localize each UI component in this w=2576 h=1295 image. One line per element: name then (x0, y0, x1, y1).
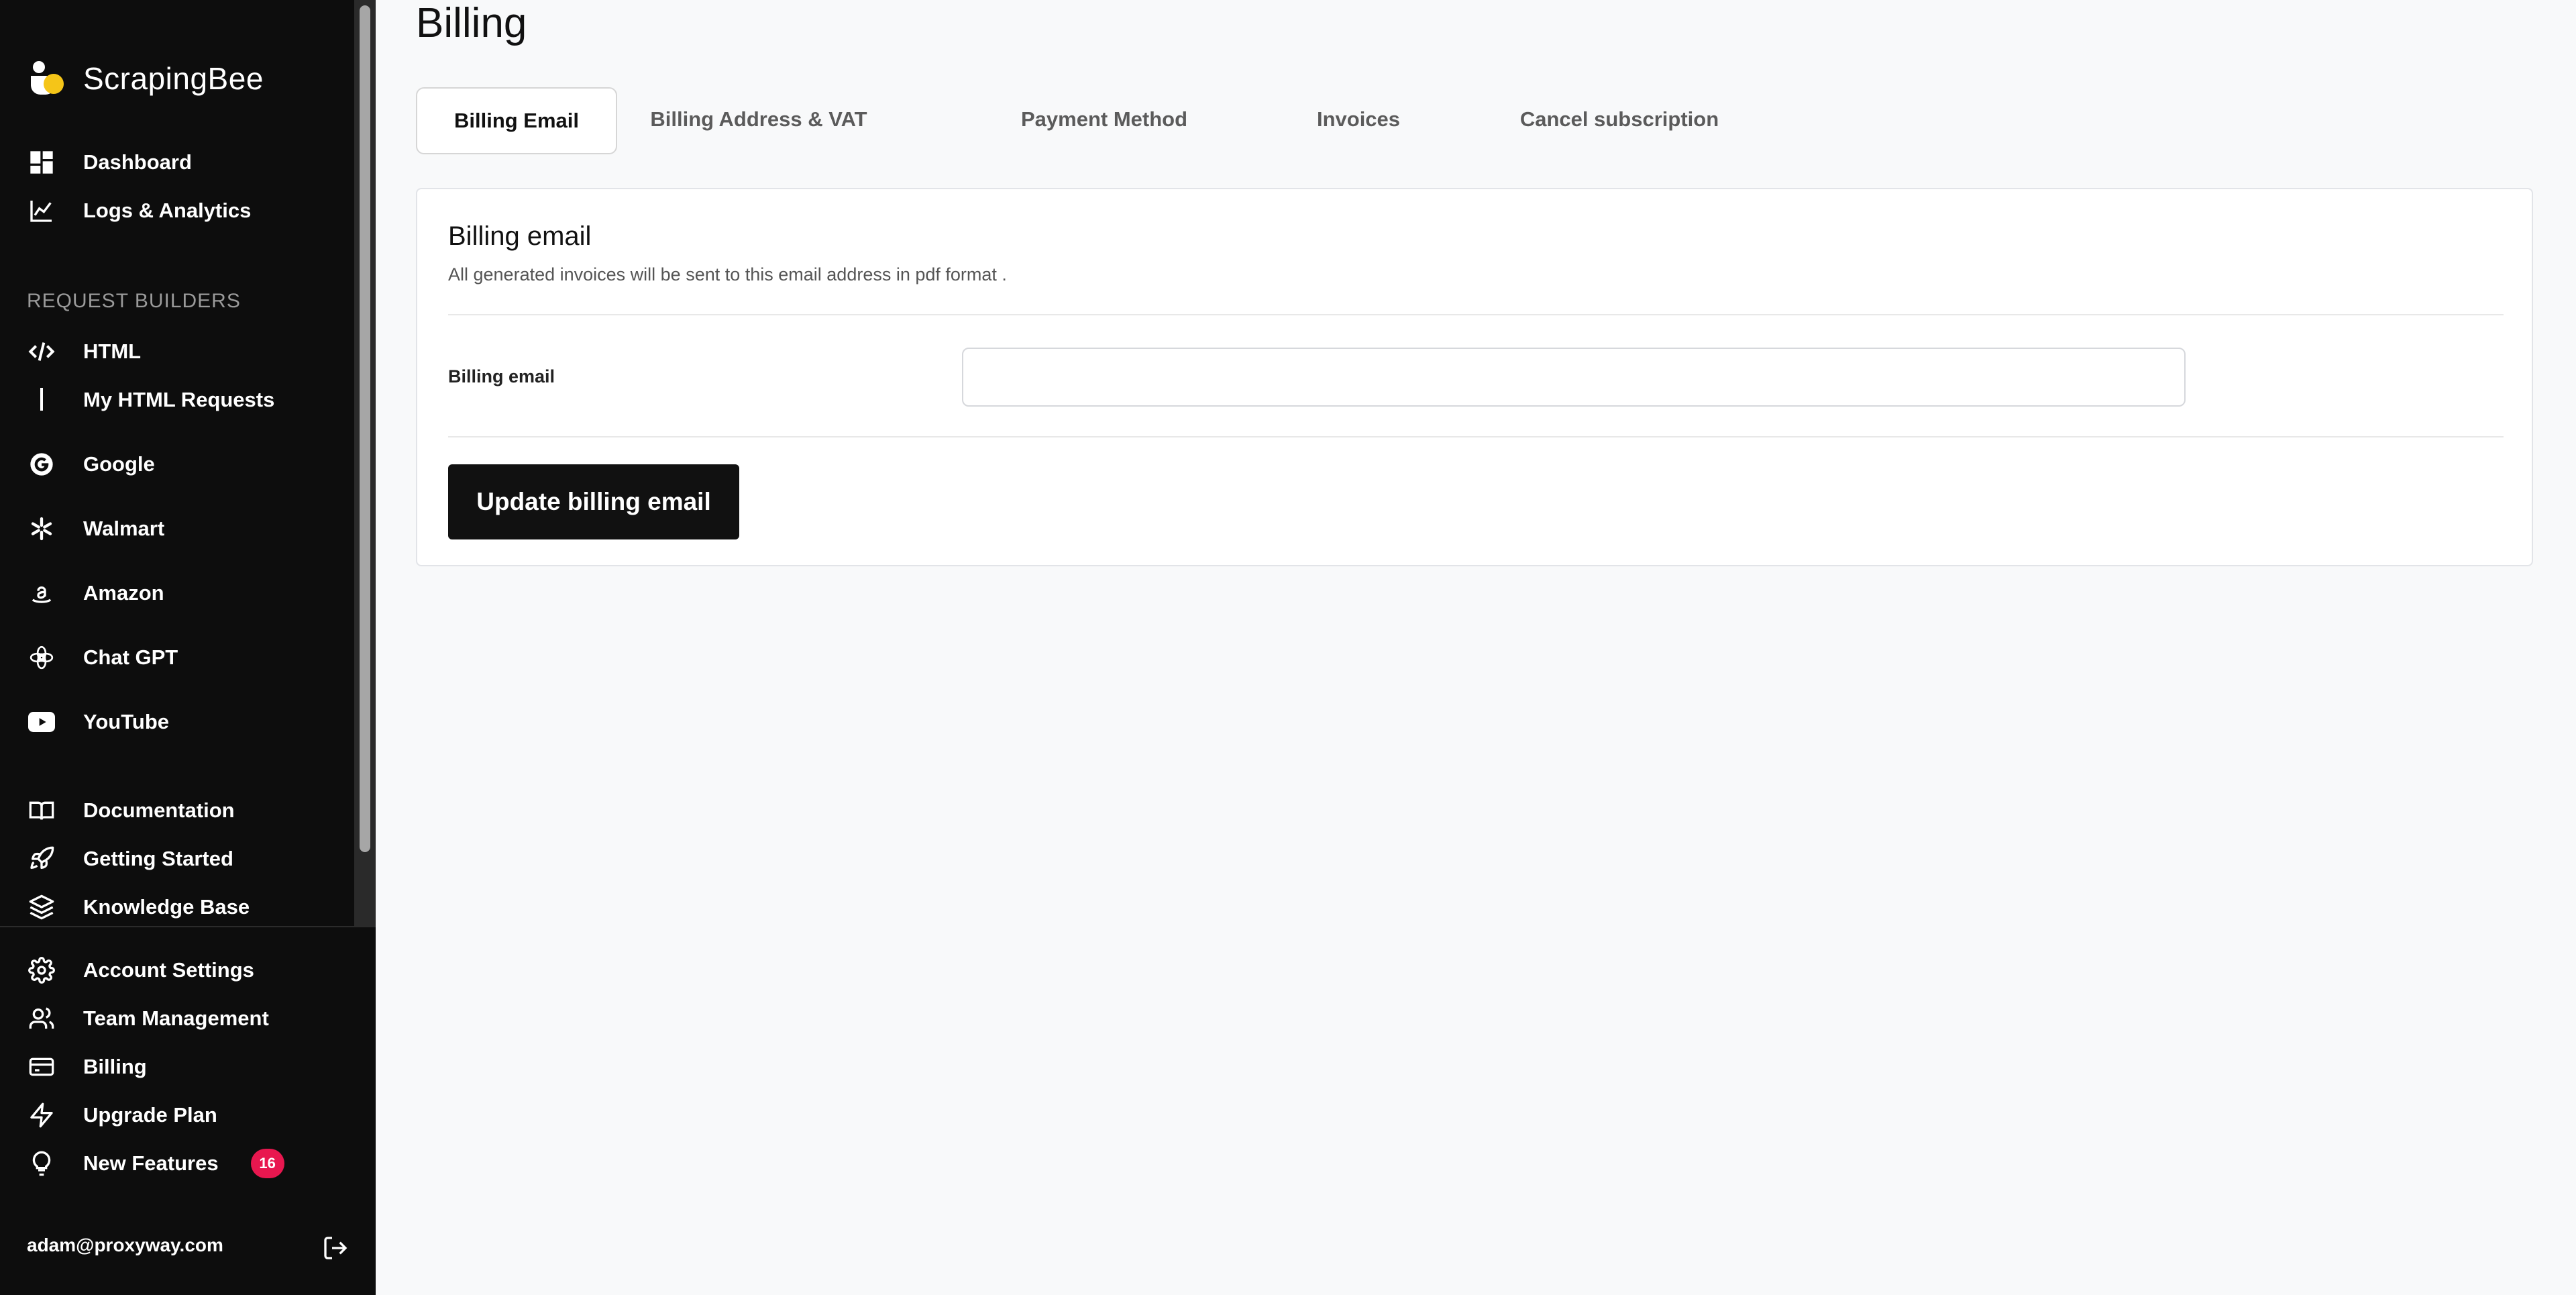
app-root: ScrapingBee Dashboard Logs & Analytics R… (0, 0, 2576, 1295)
sidebar-item-label: Team Management (83, 1006, 269, 1030)
code-icon (27, 337, 56, 366)
sidebar-item-logs-analytics[interactable]: Logs & Analytics (27, 191, 251, 231)
sidebar-item-youtube[interactable]: YouTube (27, 702, 169, 742)
user-email: adam@proxyway.com (27, 1235, 223, 1255)
card-title: Billing email (448, 221, 592, 251)
dashboard-icon (27, 148, 56, 177)
sidebar-item-getting-started[interactable]: Getting Started (27, 839, 233, 879)
update-billing-email-button[interactable]: Update billing email (448, 464, 739, 539)
billing-email-card: Billing email All generated invoices wil… (416, 188, 2533, 566)
page-title: Billing (416, 0, 527, 46)
chart-line-icon (27, 196, 56, 225)
brand[interactable]: ScrapingBee (27, 55, 264, 102)
openai-icon (27, 643, 56, 672)
credit-card-icon (27, 1052, 56, 1082)
tab-billing-email[interactable]: Billing Email (416, 87, 617, 154)
sidebar-item-dashboard[interactable]: Dashboard (27, 142, 192, 183)
amazon-icon (27, 578, 56, 608)
billing-email-label: Billing email (448, 366, 555, 386)
sidebar-item-new-features[interactable]: New Features 16 (27, 1143, 284, 1184)
sidebar-item-html[interactable]: HTML (27, 331, 141, 372)
lightning-icon (27, 1100, 56, 1130)
sidebar-item-my-html-requests[interactable]: My HTML Requests (27, 380, 274, 420)
tab-cancel-subscription[interactable]: Cancel subscription (1504, 87, 1735, 152)
sidebar-item-chat-gpt[interactable]: Chat GPT (27, 637, 178, 678)
sidebar-item-account-settings[interactable]: Account Settings (27, 950, 254, 990)
sidebar-item-upgrade-plan[interactable]: Upgrade Plan (27, 1095, 217, 1135)
sidebar-item-label: Documentation (83, 798, 235, 822)
tab-billing-address-vat[interactable]: Billing Address & VAT (648, 87, 869, 152)
sidebar-item-label: Dashboard (83, 150, 192, 174)
sidebar-scrollbar-thumb[interactable] (360, 5, 370, 852)
walmart-spark-icon (27, 514, 56, 543)
sidebar-item-label: Billing (83, 1055, 147, 1078)
section-title-request-builders: REQUEST BUILDERS (27, 290, 241, 312)
layers-icon (27, 892, 56, 922)
lightbulb-icon (27, 1149, 56, 1178)
sidebar-item-amazon[interactable]: Amazon (27, 573, 164, 613)
google-icon (27, 450, 56, 479)
youtube-icon (27, 707, 56, 737)
sidebar-item-label: YouTube (83, 710, 169, 733)
vertical-bar (27, 385, 56, 415)
sidebar-item-billing[interactable]: Billing (27, 1047, 147, 1087)
sidebar-item-label: HTML (83, 340, 142, 363)
sidebar-item-label: Amazon (83, 581, 164, 605)
sidebar-item-label: My HTML Requests (83, 388, 275, 411)
sidebar-item-team-management[interactable]: Team Management (27, 998, 269, 1039)
sidebar-item-knowledge-base[interactable]: Knowledge Base (27, 887, 250, 926)
brand-name: ScrapingBee (83, 61, 264, 96)
sidebar-item-label: Knowledge Base (83, 895, 250, 919)
users-icon (27, 1004, 56, 1033)
rocket-icon (27, 844, 56, 874)
sidebar-item-label: Walmart (83, 517, 165, 540)
sidebar-divider (0, 926, 376, 927)
sidebar-scroll-area: ScrapingBee Dashboard Logs & Analytics R… (0, 0, 354, 926)
sidebar-item-label: Getting Started (83, 847, 233, 870)
sidebar-item-walmart[interactable]: Walmart (27, 509, 164, 549)
sidebar-item-documentation[interactable]: Documentation (27, 790, 235, 831)
tab-invoices[interactable]: Invoices (1299, 87, 1418, 152)
book-icon (27, 796, 56, 825)
bee-logo-icon (27, 58, 67, 99)
sidebar: ScrapingBee Dashboard Logs & Analytics R… (0, 0, 376, 1295)
new-features-count-badge: 16 (250, 1149, 284, 1178)
sidebar-item-label: New Features (83, 1151, 219, 1175)
card-divider (448, 436, 2504, 437)
logout-icon[interactable] (322, 1235, 349, 1261)
sidebar-item-label: Account Settings (83, 958, 254, 982)
billing-email-field[interactable] (962, 348, 2186, 407)
sidebar-item-label: Upgrade Plan (83, 1103, 217, 1127)
sidebar-item-label: Chat GPT (83, 645, 178, 669)
tab-payment-method[interactable]: Payment Method (1004, 87, 1205, 152)
sidebar-item-label: Google (83, 452, 155, 476)
card-divider (448, 314, 2504, 315)
card-description: All generated invoices will be sent to t… (448, 264, 1007, 284)
sidebar-item-google[interactable]: Google (27, 444, 155, 484)
gear-icon (27, 955, 56, 985)
sidebar-item-label: Logs & Analytics (83, 199, 252, 222)
